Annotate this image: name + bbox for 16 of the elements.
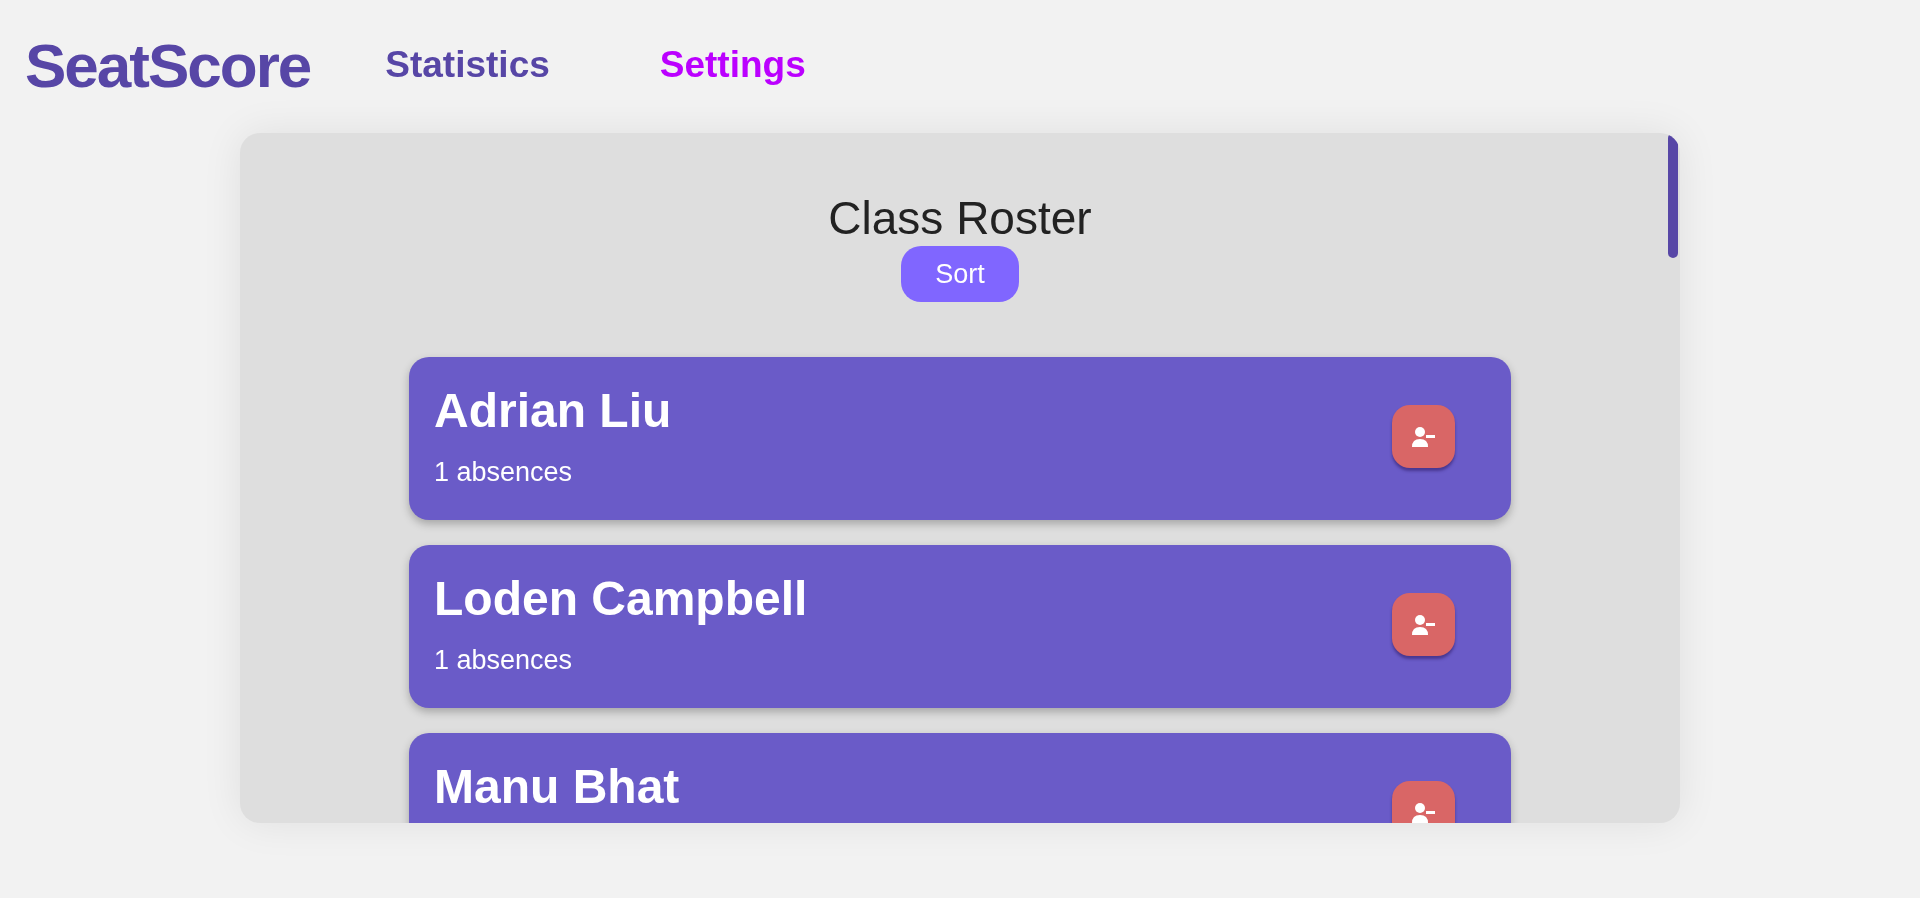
absence-count: 1 absences <box>434 643 574 677</box>
scrollbar-thumb[interactable] <box>1668 133 1678 258</box>
sort-button[interactable]: Sort <box>901 245 1019 303</box>
remove-user-icon <box>1410 801 1437 823</box>
remove-student-button[interactable] <box>1392 405 1455 469</box>
remove-user-icon <box>1410 613 1437 636</box>
student-name: Adrian Liu <box>434 385 672 438</box>
remove-user-icon <box>1410 425 1437 448</box>
logo: SeatScore <box>25 29 311 102</box>
absence-count: 1 absences <box>434 455 574 489</box>
student-name: Loden Campbell <box>434 573 808 626</box>
remove-student-button[interactable] <box>1392 593 1455 657</box>
nav-link[interactable]: Statistics <box>385 37 550 93</box>
student-name: Manu Bhat <box>434 761 680 814</box>
nav-link[interactable]: Settings <box>659 37 806 93</box>
roster-title: Class Roster <box>828 193 1092 244</box>
